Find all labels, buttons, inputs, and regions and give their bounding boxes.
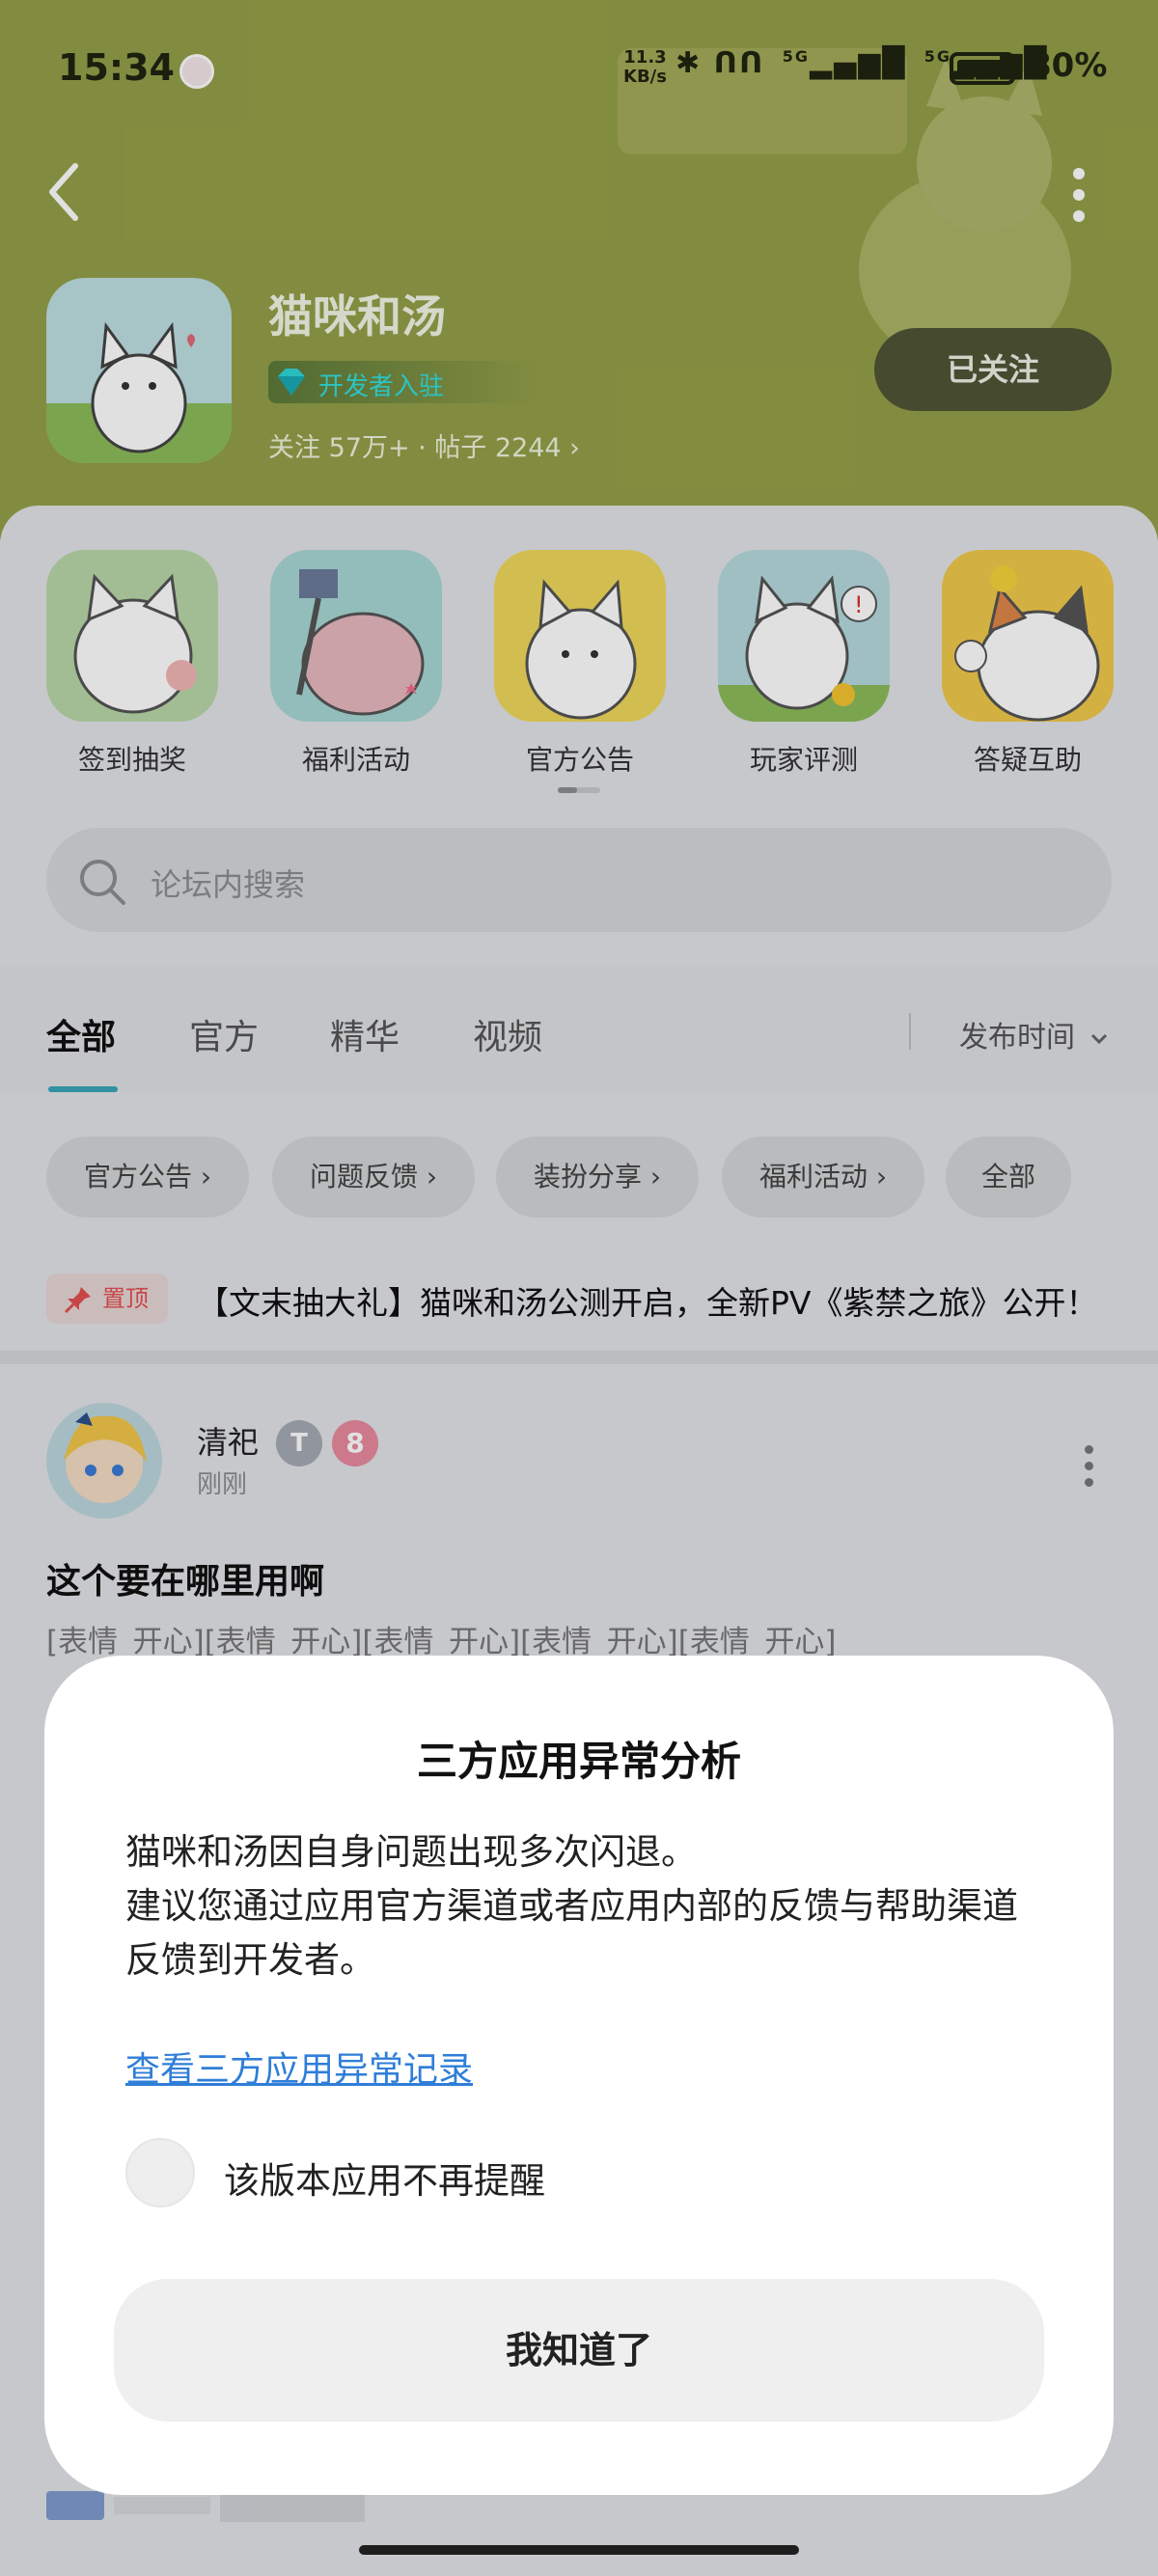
crash-analysis-dialog: 三方应用异常分析 猫咪和汤因自身问题出现多次闪退。 建议您通过应用官方渠道或者应… bbox=[44, 1656, 1114, 2495]
home-indicator[interactable] bbox=[359, 2545, 799, 2555]
acknowledge-button[interactable]: 我知道了 bbox=[114, 2279, 1044, 2422]
dont-remind-checkbox[interactable] bbox=[125, 2138, 195, 2207]
dont-remind-label[interactable]: 该版本应用不再提醒 bbox=[224, 2151, 545, 2204]
dialog-message: 猫咪和汤因自身问题出现多次闪退。 建议您通过应用官方渠道或者应用内部的反馈与帮助… bbox=[125, 1825, 1052, 1987]
dialog-message-line1: 猫咪和汤因自身问题出现多次闪退。 bbox=[125, 1831, 697, 1873]
dialog-title: 三方应用异常分析 bbox=[416, 1738, 741, 1785]
view-crash-records-link[interactable]: 查看三方应用异常记录 bbox=[125, 2042, 473, 2092]
dialog-message-line2: 建议您通过应用官方渠道或者应用内部的反馈与帮助渠道反馈到开发者。 bbox=[125, 1885, 1018, 1981]
